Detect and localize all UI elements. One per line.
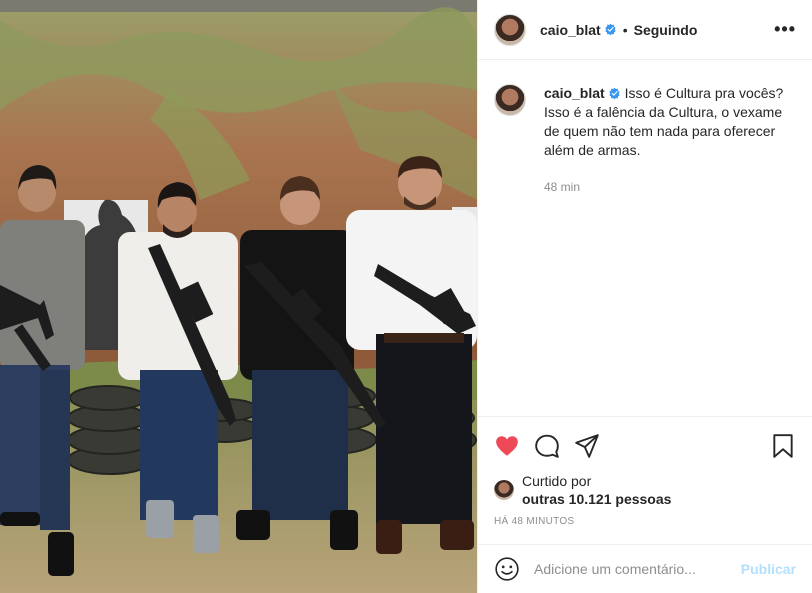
- photo-illustration: [0, 0, 477, 593]
- post-caption: caio_blat Isso é Cultura pra vocês? Isso…: [478, 60, 812, 197]
- caption-time[interactable]: 48 min: [544, 178, 794, 197]
- following-button[interactable]: Seguindo: [634, 22, 698, 38]
- caption-body: caio_blat Isso é Cultura pra vocês? Isso…: [544, 84, 794, 197]
- publish-button[interactable]: Publicar: [741, 561, 796, 577]
- comment-icon[interactable]: [534, 433, 560, 459]
- author-avatar[interactable]: [494, 13, 526, 46]
- caption-username[interactable]: caio_blat: [544, 85, 605, 101]
- emoji-icon[interactable]: [494, 556, 520, 582]
- heart-icon[interactable]: [494, 433, 520, 459]
- verified-badge-icon: [609, 87, 620, 100]
- share-icon[interactable]: [574, 433, 600, 459]
- likes-summary: Curtido por outras 10.121 pessoas: [494, 472, 671, 508]
- header-separator: •: [622, 21, 628, 38]
- likes-text: Curtido por outras 10.121 pessoas: [522, 472, 671, 508]
- post-header: caio_blat • Seguindo •••: [478, 0, 812, 60]
- post-photo[interactable]: [0, 0, 477, 593]
- caption-avatar[interactable]: [494, 84, 526, 116]
- comment-bar: Publicar: [478, 544, 812, 593]
- comment-input[interactable]: [534, 561, 734, 577]
- action-bar: [478, 416, 812, 474]
- verified-badge-icon: [605, 23, 616, 36]
- posted-time[interactable]: HÁ 48 MINUTOS: [494, 516, 574, 527]
- post-side-panel: caio_blat • Seguindo ••• caio_blat Isso …: [477, 0, 812, 593]
- more-options-button[interactable]: •••: [774, 19, 796, 40]
- likes-prefix: Curtido por: [522, 473, 592, 489]
- bookmark-icon[interactable]: [770, 433, 796, 459]
- likes-count-link[interactable]: outras 10.121 pessoas: [522, 491, 671, 507]
- liker-avatar[interactable]: [494, 480, 514, 500]
- author-username[interactable]: caio_blat: [540, 22, 601, 38]
- instagram-post: caio_blat • Seguindo ••• caio_blat Isso …: [0, 0, 812, 593]
